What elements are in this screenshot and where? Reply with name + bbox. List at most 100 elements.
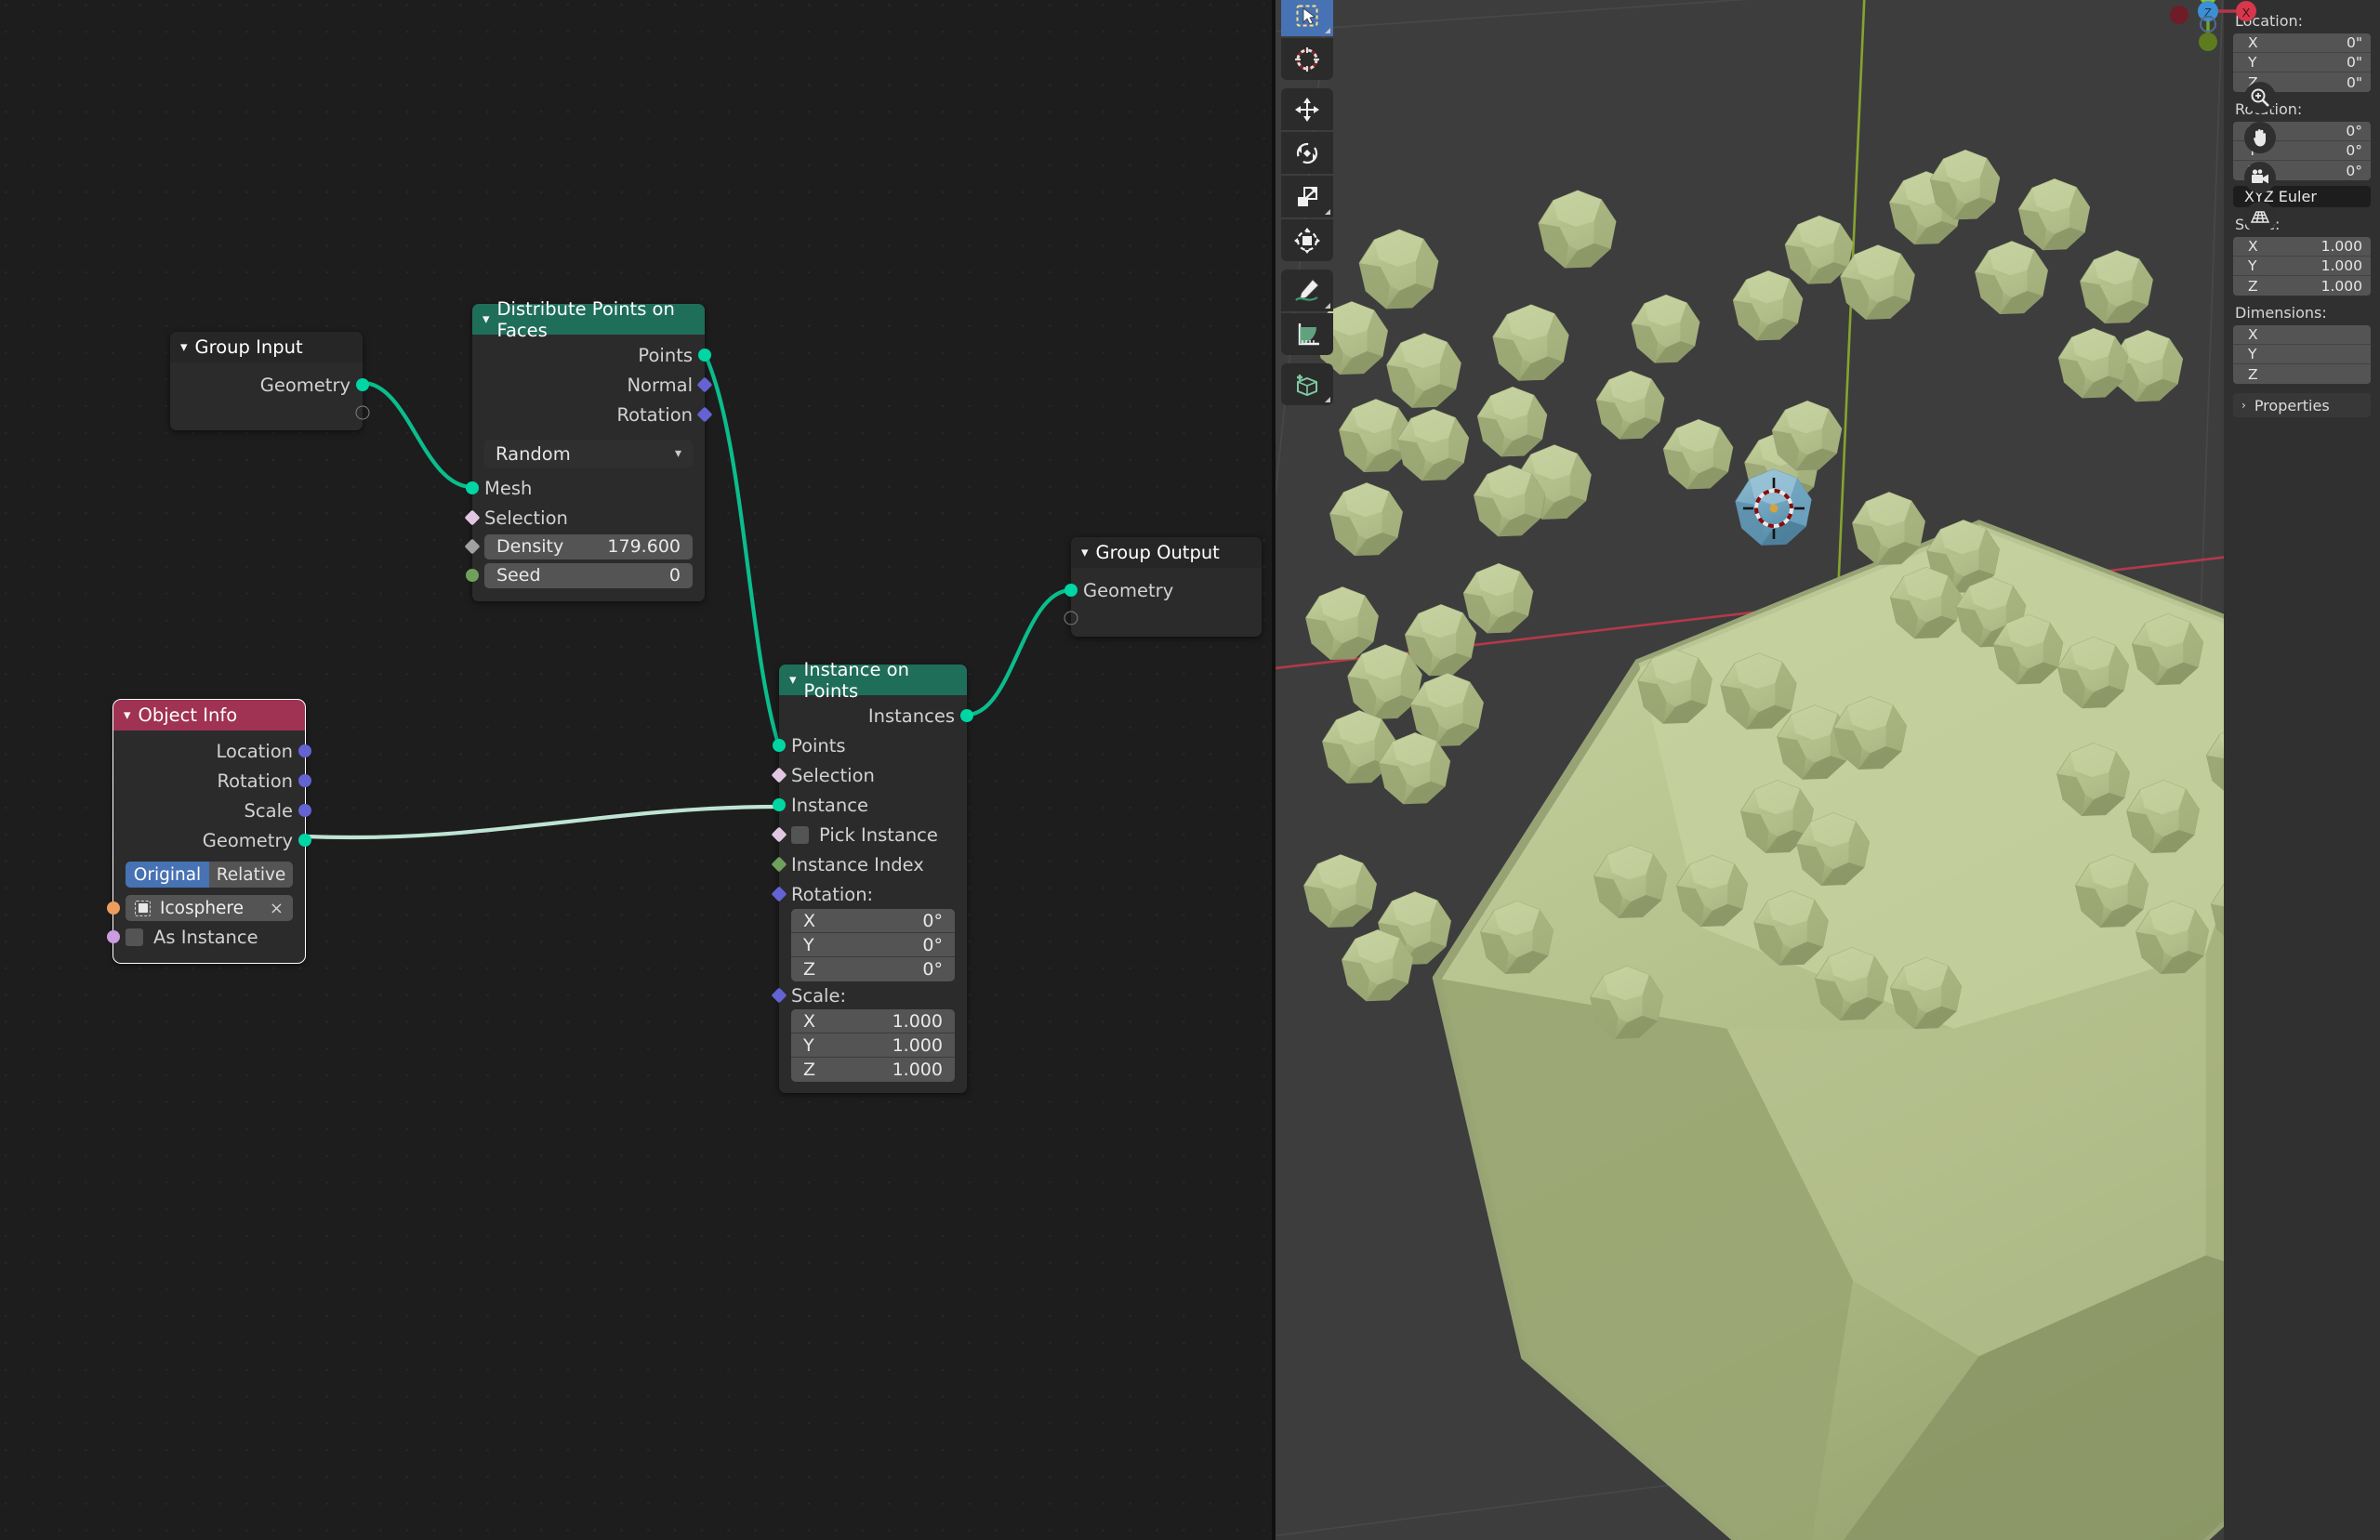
socket-geometry-output[interactable] [356, 378, 369, 391]
viewport-toolbar[interactable] [1281, 0, 1333, 411]
grid-icon[interactable] [2244, 202, 2276, 233]
chevron-down-icon[interactable]: ▾ [789, 673, 797, 687]
node-distribute-header[interactable]: ▾ Distribute Points on Faces [472, 298, 705, 341]
distribute-method-dropdown[interactable]: Random ▾ [484, 440, 693, 467]
scale-z-field[interactable]: Z 1.000 [791, 1058, 955, 1082]
icosphere-instance[interactable] [1595, 370, 1665, 440]
pick-instance-row[interactable]: Pick Instance [771, 820, 967, 849]
socket-points-output[interactable] [698, 349, 711, 362]
socket-row-geometry-out[interactable]: Geometry [170, 370, 369, 400]
field-row-density[interactable]: Density 179.600 [464, 533, 705, 560]
icosphere-instance[interactable] [1662, 418, 1734, 490]
socket-row-normal-out[interactable]: Normal [472, 370, 713, 400]
node-group-input[interactable]: ▾ Group Input Geometry [170, 332, 370, 430]
tool-rotate[interactable] [1281, 132, 1333, 174]
socket-row-rotation-in[interactable]: Rotation: [771, 879, 967, 909]
socket-row-points-out[interactable]: Points [472, 340, 711, 370]
socket-row-location-out[interactable]: Location [113, 736, 311, 766]
chevron-down-icon[interactable]: ▾ [675, 446, 681, 461]
socket-scale-output[interactable] [298, 804, 311, 817]
icosphere-instance[interactable] [1538, 190, 1617, 269]
as-instance-row[interactable]: As Instance [107, 923, 305, 952]
scale-y-field[interactable]: Y 1.000 [2233, 257, 2371, 276]
socket-row-selection-in[interactable]: Selection [771, 760, 967, 790]
scale-x-field[interactable]: X 1.000 [2233, 237, 2371, 257]
socket-row-instance-index-in[interactable]: Instance Index [771, 849, 967, 879]
socket-object-input[interactable] [107, 902, 120, 915]
socket-instance-input[interactable] [773, 798, 786, 811]
rotation-y-field[interactable]: Y 0° [791, 933, 955, 957]
chevron-down-icon[interactable]: ▾ [1081, 546, 1089, 559]
field-row-seed[interactable]: Seed 0 [466, 560, 705, 590]
socket-row-geometry-out[interactable]: Geometry [113, 825, 311, 855]
socket-row-virtual-in[interactable] [1064, 605, 1262, 631]
socket-geometry-input[interactable] [1064, 584, 1078, 597]
node-instance-on-points[interactable]: ▾ Instance on Points Instances Points Se… [771, 659, 973, 1093]
node-group-input-header[interactable]: ▾ Group Input [170, 332, 363, 362]
icosphere-instance[interactable] [1631, 294, 1700, 363]
tool-annotate[interactable] [1281, 270, 1333, 311]
socket-selection-input[interactable] [771, 767, 787, 783]
icosphere-instance[interactable] [2017, 178, 2091, 251]
rotation-vector-fields[interactable]: X 0° Y 0° Z 0° [791, 909, 955, 981]
socket-instances-output[interactable] [960, 709, 973, 722]
socket-rotation-output[interactable] [298, 774, 311, 787]
toggle-original[interactable]: Original [126, 862, 209, 888]
socket-row-virtual-out[interactable] [170, 400, 370, 426]
chevron-down-icon[interactable]: ▾ [180, 340, 188, 354]
geometry-node-editor[interactable]: ▾ Group Input Geometry ▾ Distribute Poin… [0, 0, 1274, 1540]
socket-location-output[interactable] [298, 744, 311, 757]
seed-field[interactable]: Seed 0 [484, 562, 693, 588]
tool-add-cube[interactable] [1281, 363, 1333, 405]
tool-measure[interactable] [1281, 313, 1333, 355]
socket-density-input[interactable] [464, 538, 481, 555]
transform-space-toggle[interactable]: Original Relative [126, 862, 293, 888]
clear-object-icon[interactable]: × [270, 899, 284, 918]
object-selector-field[interactable]: Icosphere × [126, 895, 293, 921]
socket-row-rotation-out[interactable]: Rotation [472, 400, 713, 429]
node-object-info-header[interactable]: ▾ Object Info [113, 700, 305, 731]
node-distribute-points-on-faces[interactable]: ▾ Distribute Points on Faces Points Norm… [464, 298, 713, 601]
socket-rotation-input[interactable] [771, 886, 787, 902]
tool-cursor[interactable] [1281, 38, 1333, 80]
icosphere-instance[interactable] [1492, 304, 1569, 381]
socket-seed-input[interactable] [466, 569, 479, 582]
node-object-info[interactable]: ▾ Object Info Location Rotation Scale Ge… [107, 699, 311, 964]
pick-instance-checkbox[interactable] [791, 825, 809, 844]
socket-virtual-output[interactable] [355, 405, 370, 420]
socket-selection-input[interactable] [464, 509, 481, 526]
navigation-gizmo[interactable]: Z X [2157, 0, 2259, 86]
as-instance-checkbox[interactable] [126, 928, 143, 946]
icosphere-instance[interactable] [1329, 482, 1404, 557]
socket-mesh-input[interactable] [466, 481, 479, 494]
icosphere-instance[interactable] [2079, 250, 2154, 324]
icosphere-instance[interactable] [1302, 854, 1378, 928]
node-group-output[interactable]: ▾ Group Output Geometry [1064, 537, 1262, 637]
socket-row-selection-in[interactable]: Selection [464, 503, 705, 533]
scale-y-field[interactable]: Y 1.000 [791, 1033, 955, 1058]
socket-row-instance-in[interactable]: Instance [773, 790, 967, 820]
socket-geometry-output[interactable] [298, 834, 311, 847]
socket-as-instance-input[interactable] [107, 930, 120, 943]
icosphere-instance[interactable] [1732, 270, 1804, 341]
socket-row-scale-out[interactable]: Scale [113, 796, 311, 825]
socket-rotation-output[interactable] [696, 406, 713, 423]
scale-z-field[interactable]: Z 1.000 [2233, 276, 2371, 296]
field-row-object[interactable]: Icosphere × [107, 893, 305, 923]
hand-icon[interactable] [2244, 122, 2276, 153]
tool-scale[interactable] [1281, 176, 1333, 217]
rotation-z-field[interactable]: Z 0° [791, 957, 955, 981]
zoom-icon[interactable] [2244, 82, 2276, 113]
socket-row-instances-out[interactable]: Instances [779, 701, 973, 731]
icosphere-instance[interactable] [1476, 386, 1548, 457]
properties-section-header[interactable]: › Properties [2233, 393, 2371, 417]
socket-row-geometry-in[interactable]: Geometry [1064, 575, 1262, 605]
icosphere-instance[interactable] [1386, 333, 1461, 409]
chevron-down-icon[interactable]: ▾ [124, 708, 131, 722]
tool-transform[interactable] [1281, 219, 1333, 261]
scale-vector-fields[interactable]: X 1.000 Y 1.000 Z 1.000 [791, 1009, 955, 1082]
socket-row-points-in[interactable]: Points [773, 731, 967, 760]
scale-fields[interactable]: X 1.000 Y 1.000 Z 1.000 [2233, 237, 2371, 296]
icosphere-instance[interactable] [1304, 586, 1380, 661]
socket-scale-input[interactable] [771, 987, 787, 1004]
